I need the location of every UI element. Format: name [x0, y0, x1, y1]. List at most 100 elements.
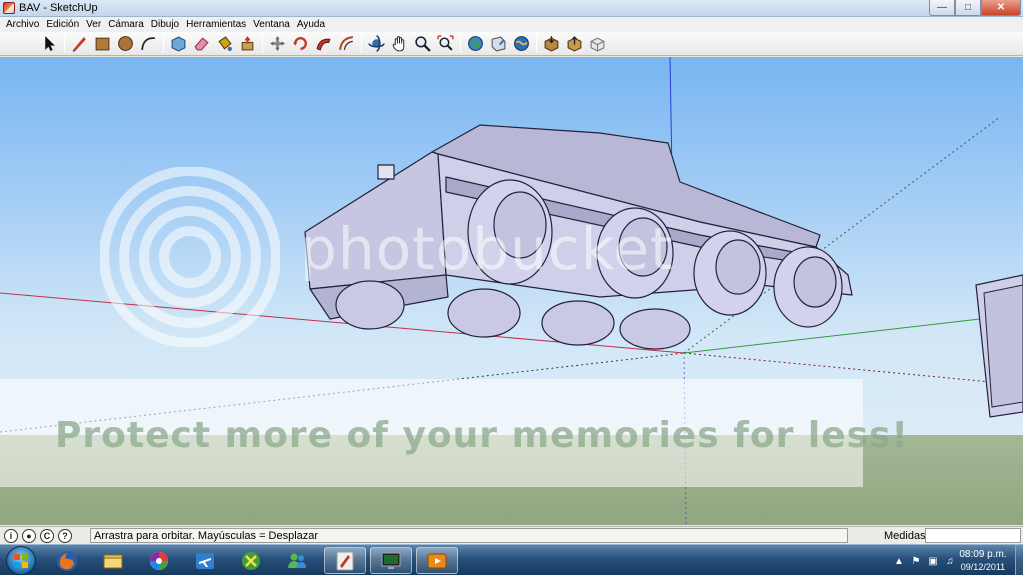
toolbar-separator: [64, 34, 65, 53]
show-hidden-icons-icon[interactable]: ▲: [893, 555, 905, 567]
minimize-button[interactable]: —: [929, 0, 955, 16]
status-bar: i ● C ? Arrastra para orbitar. Mayúscula…: [0, 526, 1023, 544]
clock-time: 08:09 p.m.: [959, 549, 1007, 560]
road-wheel: [447, 288, 521, 338]
drawing-viewport[interactable]: photobucket Protect more of your memorie…: [0, 57, 1023, 525]
geolocation-icon[interactable]: i: [4, 528, 18, 543]
spreadsheet-icon: [242, 551, 260, 570]
offset-tool[interactable]: [336, 34, 358, 54]
taskbar-clock[interactable]: 08:09 p.m. 09/12/2011: [955, 549, 1011, 573]
get-models-tool[interactable]: [465, 34, 487, 54]
taskbar-messenger[interactable]: [276, 547, 318, 574]
extension-tool[interactable]: [587, 34, 609, 54]
cube-icon: [590, 37, 605, 52]
hand-icon: [392, 36, 405, 52]
aircraft-icon: [196, 552, 214, 569]
share-component-tool[interactable]: [564, 34, 586, 54]
show-desktop-button[interactable]: [1015, 545, 1023, 575]
start-button[interactable]: [6, 546, 36, 575]
toolbar-separator: [536, 34, 537, 53]
credits-icon[interactable]: ●: [22, 528, 36, 543]
get-components-tool[interactable]: [541, 34, 563, 54]
hatch: [377, 164, 395, 180]
promo-text: Protect more of your memories for less!: [55, 415, 909, 456]
menu-ventana[interactable]: Ventana: [251, 19, 295, 30]
close-button[interactable]: ✕: [981, 0, 1021, 16]
make-component-tool[interactable]: [168, 34, 190, 54]
rectangle-tool[interactable]: [92, 34, 114, 54]
follow-me-tool[interactable]: [313, 34, 335, 54]
measurements-label: Medidas: [884, 530, 926, 542]
arc-tool[interactable]: [138, 34, 160, 54]
taskbar-spreadsheet[interactable]: [230, 547, 272, 574]
taskbar-sketchup[interactable]: [324, 547, 366, 574]
taskbar-picasa[interactable]: [138, 547, 180, 574]
menu-archivo[interactable]: Archivo: [4, 19, 44, 30]
pan-tool[interactable]: [389, 34, 411, 54]
zoom-extents-icon: [437, 35, 454, 51]
road-wheel-large: [693, 230, 767, 316]
messenger-icon: [288, 553, 306, 568]
maximize-button[interactable]: □: [955, 0, 981, 16]
move-tool[interactable]: [267, 34, 289, 54]
help-icon[interactable]: ?: [58, 528, 72, 543]
taskbar-firefox[interactable]: [46, 547, 88, 574]
menu-herramientas[interactable]: Herramientas: [184, 19, 251, 30]
zoom-tool[interactable]: [412, 34, 434, 54]
taskbar: ▲ ⚑ ▣ ♫ 08:09 p.m. 09/12/2011: [0, 544, 1023, 575]
taskbar-monitor[interactable]: [370, 547, 412, 574]
rotate-tool[interactable]: [290, 34, 312, 54]
zoom-icon: [415, 36, 431, 52]
media-player-icon: [427, 553, 447, 568]
share-icon: [491, 36, 506, 52]
move-icon: [270, 36, 285, 51]
paint-bucket-tool[interactable]: [214, 34, 236, 54]
measurements-input[interactable]: [925, 528, 1021, 543]
orbit-tool[interactable]: [366, 34, 388, 54]
share-model-tool[interactable]: [488, 34, 510, 54]
road-wheel-large: [773, 246, 843, 328]
taskbar-media-player[interactable]: [416, 547, 458, 574]
push-pull-tool[interactable]: [237, 34, 259, 54]
zoom-extents-tool[interactable]: [435, 34, 457, 54]
earth-icon: [514, 36, 529, 51]
paint-bucket-icon: [218, 36, 232, 51]
windows-logo-icon: [14, 553, 28, 568]
taskbar-flight[interactable]: [184, 547, 226, 574]
menu-ayuda[interactable]: Ayuda: [295, 19, 330, 30]
pencil-icon: [73, 37, 86, 52]
menu-camara[interactable]: Cámara: [106, 19, 149, 30]
user-icon[interactable]: C: [40, 528, 54, 543]
taskbar-explorer[interactable]: [92, 547, 134, 574]
menu-dibujo[interactable]: Dibujo: [149, 19, 184, 30]
eraser-tool[interactable]: [191, 34, 213, 54]
eraser-icon: [194, 37, 209, 51]
select-tool[interactable]: [39, 34, 61, 54]
rotate-icon: [293, 37, 307, 50]
rectangle-icon: [95, 37, 110, 51]
road-wheel: [541, 300, 615, 346]
line-tool[interactable]: [69, 34, 91, 54]
toolbar-separator: [262, 34, 263, 53]
google-earth-tool[interactable]: [511, 34, 533, 54]
toolbar: [0, 32, 1023, 56]
circle-icon: [118, 36, 133, 51]
circle-tool[interactable]: [115, 34, 137, 54]
network-icon[interactable]: ▣: [927, 555, 939, 567]
menu-ver[interactable]: Ver: [84, 19, 106, 30]
box-up-icon: [567, 36, 582, 52]
window-controls: — □ ✕: [929, 0, 1021, 16]
orbit-icon: [368, 35, 385, 52]
toolbar-separator: [163, 34, 164, 53]
title-bar: BAV - SketchUp — □ ✕: [0, 0, 1023, 17]
push-pull-icon: [241, 36, 254, 51]
globe-icon: [468, 36, 483, 51]
action-center-flag-icon[interactable]: ⚑: [910, 555, 922, 567]
sketchup-app-icon[interactable]: [3, 2, 15, 14]
monitor-icon: [381, 552, 401, 569]
menu-bar: Archivo Edición Ver Cámara Dibujo Herram…: [0, 17, 1023, 32]
arc-icon: [141, 37, 155, 50]
menu-edicion[interactable]: Edición: [44, 19, 84, 30]
picasa-icon: [150, 551, 168, 570]
green-axis: [683, 318, 981, 354]
